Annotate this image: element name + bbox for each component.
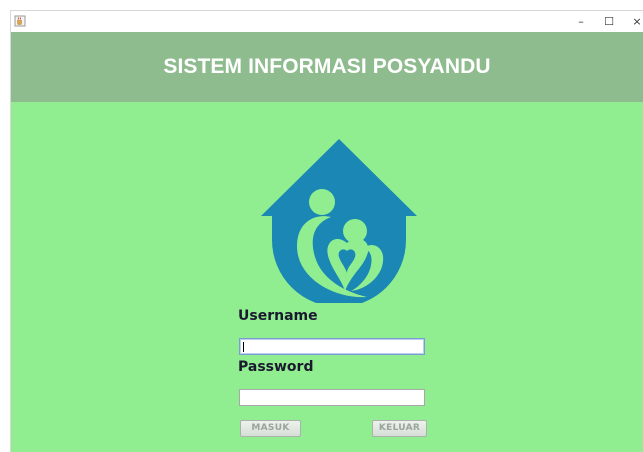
text-caret [243,342,244,352]
username-label: Username [238,308,318,324]
minimize-button[interactable]: – [567,11,595,32]
page-title: SISTEM INFORMASI POSYANDU [163,55,491,78]
password-input[interactable] [239,389,425,406]
password-label: Password [238,359,314,375]
app-window: – ☐ × SISTEM INFORMASI POSYANDU Username… [10,10,643,452]
exit-button[interactable]: KELUAR [372,420,427,437]
login-button[interactable]: MASUK [240,420,301,437]
close-button[interactable]: × [623,11,643,32]
login-panel: Username Password MASUK KELUAR [11,102,643,452]
java-cup-icon [14,15,26,27]
title-bar[interactable]: – ☐ × [11,11,643,32]
header-banner: SISTEM INFORMASI POSYANDU [11,32,643,102]
house-family-logo [261,139,417,303]
username-input[interactable] [239,338,425,355]
maximize-button[interactable]: ☐ [595,11,623,32]
